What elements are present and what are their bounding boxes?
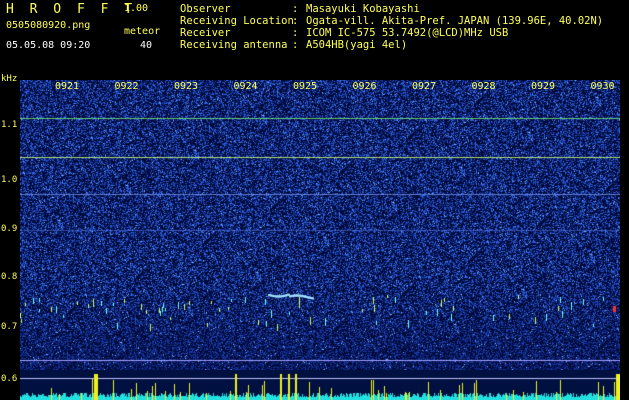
separator: :: [292, 39, 299, 51]
time-tick-label: 0929: [531, 81, 556, 92]
receiver-value: ICOM IC-575 53.7492(@LCD)MHz USB: [306, 27, 509, 39]
info-row-location: Receiving Location : Ogata-vill. Akita-P…: [180, 15, 603, 27]
app-version: 1.00: [124, 3, 149, 14]
y-tick-label: 0.9: [1, 224, 18, 234]
receiver-key: Receiver: [180, 27, 231, 39]
info-row-observer: Observer : Masayuki Kobayashi: [180, 3, 603, 15]
y-tick-label: 1.1: [1, 120, 18, 130]
time-tick-label: 0922: [114, 81, 139, 92]
time-tick-label: 0921: [55, 81, 80, 92]
y-axis-unit: kHz: [1, 74, 18, 84]
location-value: Ogata-vill. Akita-Pref. JAPAN (139.96E, …: [306, 15, 604, 27]
image-filename: 0505080920.png: [6, 20, 91, 31]
meteor-label: meteor: [124, 26, 161, 37]
time-tick-label: 0930: [590, 81, 615, 92]
y-tick-label: 0.8: [1, 272, 18, 282]
y-tick-label: 0.7: [1, 322, 18, 332]
header-panel: H R O F F T 1.00 0505080920.png 05.05.08…: [0, 0, 629, 78]
info-row-receiver: Receiver : ICOM IC-575 53.7492(@LCD)MHz …: [180, 27, 603, 39]
y-tick-label: 1.0: [1, 175, 18, 185]
separator: :: [292, 3, 299, 15]
time-tick-label: 0925: [293, 81, 318, 92]
observer-value: Masayuki Kobayashi: [306, 3, 420, 15]
app-title: H R O F F T: [6, 2, 137, 17]
time-tick-label: 0923: [174, 81, 199, 92]
location-key: Receiving Location: [180, 15, 294, 27]
observation-datetime: 05.05.08 09:20: [6, 40, 91, 51]
signal-strength-strip: [20, 370, 620, 400]
antenna-key: Receiving antenna: [180, 39, 288, 51]
observer-key: Observer: [180, 3, 231, 15]
time-tick-label: 0926: [352, 81, 377, 92]
antenna-value: A504HB(yagi 4el): [306, 39, 408, 51]
meteor-count: 40: [140, 40, 153, 51]
spectrogram-plot: [20, 80, 620, 370]
separator: :: [292, 27, 299, 39]
separator: :: [292, 15, 299, 27]
time-tick-label: 0928: [471, 81, 496, 92]
time-tick-label: 0927: [412, 81, 437, 92]
time-tick-label: 0924: [233, 81, 258, 92]
y-tick-label: 0.6: [1, 374, 18, 384]
observation-info: Observer : Masayuki Kobayashi Receiving …: [180, 3, 603, 51]
info-row-antenna: Receiving antenna : A504HB(yagi 4el): [180, 39, 603, 51]
